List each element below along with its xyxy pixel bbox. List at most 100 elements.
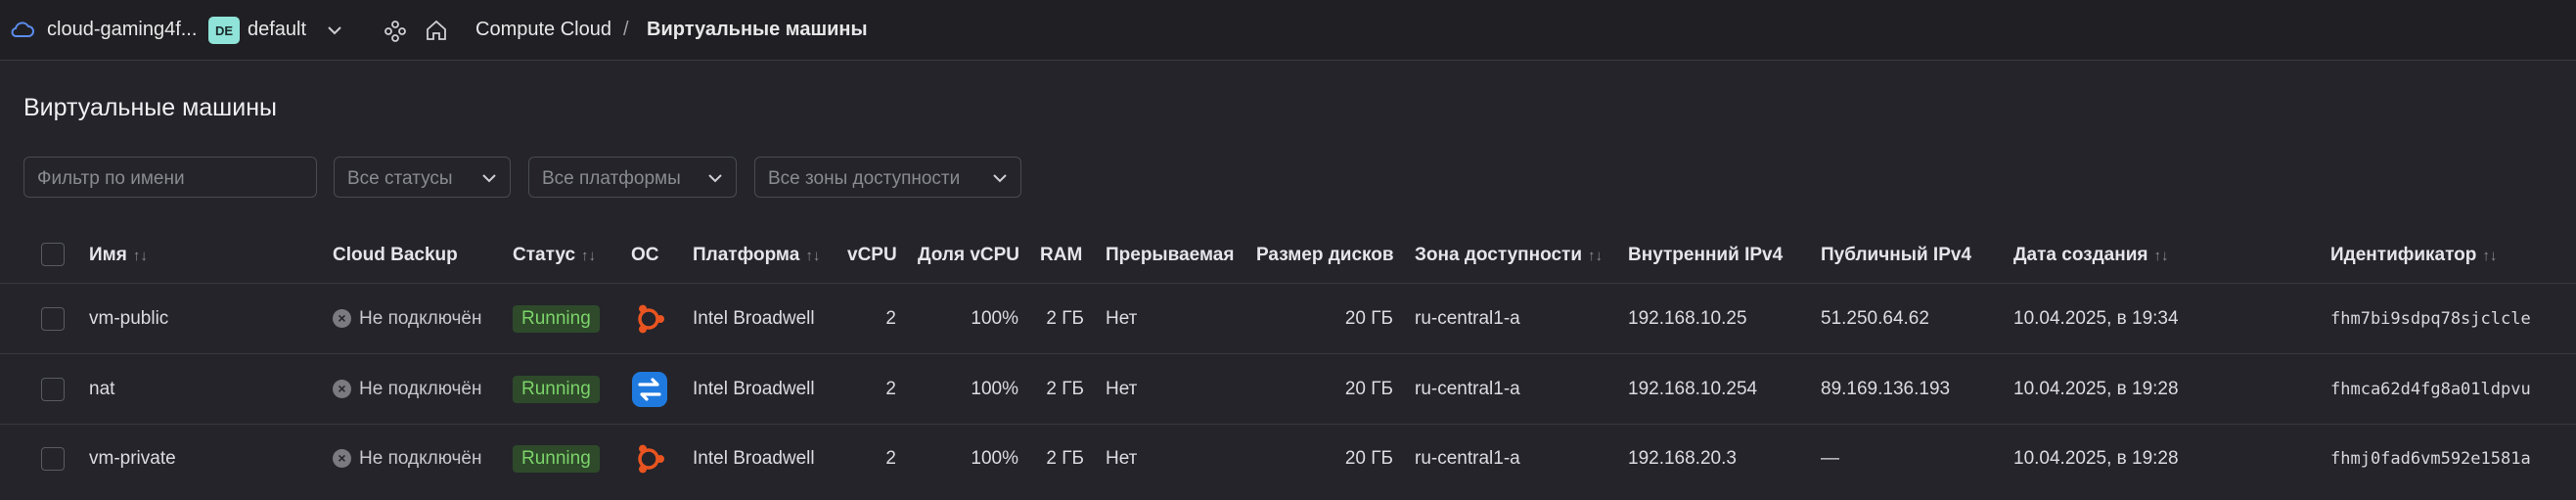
platform-filter-select[interactable]: Все платформы xyxy=(528,157,737,198)
status-badge: Running xyxy=(513,376,600,403)
row-checkbox[interactable] xyxy=(41,447,65,471)
column-header-disk: Размер дисков xyxy=(1256,245,1394,265)
vcpu-cell: 2 xyxy=(885,448,896,469)
chevron-down-icon xyxy=(991,169,1009,193)
id-cell: fhmj0fad6vm592e1581a xyxy=(2330,449,2531,469)
chevron-down-icon xyxy=(480,169,498,193)
breadcrumb-compute-cloud[interactable]: Compute Cloud xyxy=(475,19,611,41)
column-label: Зона доступности xyxy=(1415,245,1583,265)
created-cell: 10.04.2025, в 19:28 xyxy=(2013,448,2179,469)
sort-icon: ↑↓ xyxy=(2153,248,2169,264)
column-header-ram: RAM xyxy=(1040,245,1083,265)
preemptible-cell: Нет xyxy=(1106,308,1138,329)
vcpu-cell: 2 xyxy=(885,308,896,329)
cloud-selector[interactable]: cloud-gaming4f... xyxy=(47,19,197,41)
backup-label: Не подключён xyxy=(359,448,482,469)
folder-selector[interactable]: default xyxy=(248,19,306,41)
backup-label: Не подключён xyxy=(359,379,482,399)
vm-name-link[interactable]: vm-private xyxy=(89,448,176,470)
close-circle-icon: × xyxy=(333,380,351,399)
status-filter-select[interactable]: Все статусы xyxy=(334,157,511,198)
column-header-ipv4-internal: Внутренний IPv4 xyxy=(1628,245,1784,265)
column-header-platform[interactable]: Платформа ↑↓ xyxy=(693,245,820,266)
platform-cell: Intel Broadwell xyxy=(693,379,815,399)
vcpu-share-cell: 100% xyxy=(971,379,1018,399)
column-label: Статус xyxy=(513,245,576,265)
select-all-checkbox[interactable] xyxy=(41,243,65,266)
row-checkbox[interactable] xyxy=(41,378,65,401)
column-header-zone[interactable]: Зона доступности ↑↓ xyxy=(1415,245,1603,266)
ipv4-internal-cell: 192.168.10.25 xyxy=(1628,308,1747,329)
ram-cell: 2 ГБ xyxy=(1046,308,1084,329)
divider xyxy=(0,424,2576,425)
row-checkbox[interactable] xyxy=(41,307,65,331)
column-header-status[interactable]: Статус ↑↓ xyxy=(513,245,596,266)
disk-cell: 20 ГБ xyxy=(1344,379,1393,399)
ipv4-internal-cell: 192.168.20.3 xyxy=(1628,448,1737,469)
ram-cell: 2 ГБ xyxy=(1046,379,1084,399)
ipv4-public-cell: 89.169.136.193 xyxy=(1821,379,1951,399)
chevron-down-icon[interactable] xyxy=(326,22,343,39)
backup-status: × Не подключён xyxy=(333,308,482,330)
ipv4-public-cell: 51.250.64.62 xyxy=(1821,308,1929,329)
column-header-os: ОС xyxy=(631,245,659,265)
backup-label: Не подключён xyxy=(359,308,482,329)
services-icon[interactable] xyxy=(384,20,407,43)
status-badge: Running xyxy=(513,445,600,473)
preemptible-cell: Нет xyxy=(1106,448,1138,469)
zone-cell: ru-central1-a xyxy=(1415,308,1520,329)
preemptible-cell: Нет xyxy=(1106,379,1138,399)
column-header-vcpu: vCPU xyxy=(847,245,897,265)
platform-filter-value: Все платформы xyxy=(542,168,681,189)
vcpu-share-cell: 100% xyxy=(971,448,1018,469)
vcpu-share-cell: 100% xyxy=(971,308,1018,329)
backup-status: × Не подключён xyxy=(333,379,482,400)
column-header-preemptible: Прерываемая xyxy=(1106,245,1235,265)
sort-icon: ↑↓ xyxy=(581,248,597,264)
id-cell: fhmca62d4fg8a01ldpvu xyxy=(2330,380,2531,399)
status-badge: Running xyxy=(513,305,600,333)
cloud-icon xyxy=(10,20,35,39)
vcpu-cell: 2 xyxy=(885,379,896,399)
chevron-down-icon xyxy=(706,169,724,193)
ram-cell: 2 ГБ xyxy=(1046,448,1084,469)
breadcrumb-separator: / xyxy=(623,19,629,40)
column-header-vcpu-share: Доля vCPU xyxy=(918,245,1020,265)
close-circle-icon: × xyxy=(333,309,351,329)
column-header-name[interactable]: Имя ↑↓ xyxy=(89,245,148,266)
column-label: Идентификатор xyxy=(2330,245,2477,265)
sort-icon: ↑↓ xyxy=(132,248,148,264)
divider xyxy=(0,283,2576,284)
ubuntu-icon xyxy=(631,301,666,337)
home-icon[interactable] xyxy=(425,19,448,42)
zone-filter-select[interactable]: Все зоны доступности xyxy=(754,157,1021,198)
name-filter-input[interactable]: Фильтр по имени xyxy=(23,157,317,198)
id-cell: fhm7bi9sdpq78sjclcle xyxy=(2330,309,2531,329)
divider xyxy=(0,353,2576,354)
column-header-backup: Cloud Backup xyxy=(333,245,458,265)
created-cell: 10.04.2025, в 19:28 xyxy=(2013,379,2179,399)
zone-cell: ru-central1-a xyxy=(1415,448,1520,469)
column-label: Имя xyxy=(89,245,127,265)
vm-name-link[interactable]: vm-public xyxy=(89,308,168,330)
breadcrumb-current: Виртуальные машины xyxy=(647,19,868,40)
nat-instance-icon xyxy=(631,371,668,408)
zone-cell: ru-central1-a xyxy=(1415,379,1520,399)
disk-cell: 20 ГБ xyxy=(1344,308,1393,329)
column-label: Платформа xyxy=(693,245,800,265)
vm-name-link[interactable]: nat xyxy=(89,379,114,400)
column-label: Дата создания xyxy=(2013,245,2148,265)
column-header-id[interactable]: Идентификатор ↑↓ xyxy=(2330,245,2497,266)
zone-filter-value: Все зоны доступности xyxy=(768,168,961,189)
page-title: Виртуальные машины xyxy=(23,94,277,121)
created-cell: 10.04.2025, в 19:34 xyxy=(2013,308,2179,329)
disk-cell: 20 ГБ xyxy=(1344,448,1393,469)
sort-icon: ↑↓ xyxy=(2482,248,2498,264)
status-filter-value: Все статусы xyxy=(347,168,453,189)
ipv4-internal-cell: 192.168.10.254 xyxy=(1628,379,1758,399)
backup-status: × Не подключён xyxy=(333,448,482,470)
sort-icon: ↑↓ xyxy=(805,248,821,264)
top-bar: cloud-gaming4f... DE default Compute Clo… xyxy=(0,0,2576,61)
column-header-created[interactable]: Дата создания ↑↓ xyxy=(2013,245,2169,266)
column-header-ipv4-public: Публичный IPv4 xyxy=(1821,245,1972,265)
